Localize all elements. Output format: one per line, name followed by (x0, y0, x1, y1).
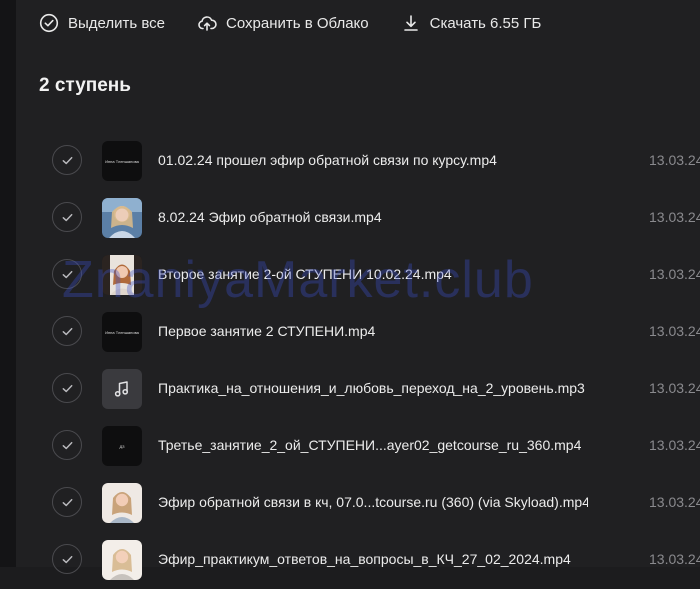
file-name[interactable]: 01.02.24 прошел эфир обратной связи по к… (158, 152, 588, 168)
file-row[interactable]: Инна Тлепшанова 01.02.24 прошел эфир обр… (0, 133, 700, 190)
video-thumbnail (102, 198, 142, 238)
file-date: 13.03.24 (649, 266, 700, 282)
thumbnail-caption: Инна Тлепшанова (105, 329, 139, 335)
file-row[interactable]: Эфир_практикум_ответов_на_вопросы_в_КЧ_2… (0, 532, 700, 589)
video-thumbnail: Инна Тлепшанова (102, 141, 142, 181)
video-thumbnail: Инна Тлепшанова (102, 312, 142, 352)
file-row[interactable]: 8.02.24 Эфир обратной связи.mp4 13.03.24 (0, 190, 700, 247)
row-checkbox[interactable] (52, 430, 82, 460)
file-list: Инна Тлепшанова 01.02.24 прошел эфир обр… (0, 133, 700, 589)
check-icon (62, 555, 72, 563)
folder-title: 2 ступень (39, 75, 131, 96)
file-name[interactable]: Практика_на_отношения_и_любовь_переход_н… (158, 380, 588, 396)
portrait-thumbnail (102, 255, 142, 295)
download-icon (401, 13, 421, 33)
check-icon (62, 384, 72, 392)
file-name[interactable]: Первое занятие 2 СТУПЕНИ.mp4 (158, 323, 588, 339)
row-checkbox[interactable] (52, 544, 82, 574)
video-thumbnail (102, 540, 142, 580)
check-icon (62, 156, 72, 164)
video-thumbnail (102, 483, 142, 523)
portrait-thumbnail (102, 483, 142, 523)
file-row[interactable]: Инна Тлепшанова Первое занятие 2 СТУПЕНИ… (0, 304, 700, 361)
row-checkbox[interactable] (52, 259, 82, 289)
thumbnail-caption: Инна Тлепшанова (105, 158, 139, 164)
row-checkbox[interactable] (52, 316, 82, 346)
save-to-cloud-label: Сохранить в Облако (226, 14, 369, 32)
row-checkbox[interactable] (52, 487, 82, 517)
portrait-thumbnail (102, 540, 142, 580)
check-icon (62, 270, 72, 278)
save-to-cloud-button[interactable]: Сохранить в Облако (197, 13, 369, 33)
file-row[interactable]: Практика_на_отношения_и_любовь_переход_н… (0, 361, 700, 418)
file-date: 13.03.24 (649, 152, 700, 168)
download-label: Скачать 6.55 ГБ (429, 14, 542, 32)
toolbar: Выделить все Сохранить в Облако Скачать … (39, 12, 573, 34)
thumbnail-caption: ДЗ (119, 443, 125, 449)
row-checkbox[interactable] (52, 145, 82, 175)
file-row[interactable]: ДЗ Третье_занятие_2_ой_СТУПЕНИ...ayer02_… (0, 418, 700, 475)
select-all-label: Выделить все (68, 14, 166, 32)
file-date: 13.03.24 (649, 323, 700, 339)
select-all-button[interactable]: Выделить все (39, 13, 165, 33)
file-name[interactable]: 8.02.24 Эфир обратной связи.mp4 (158, 209, 588, 225)
file-name[interactable]: Эфир обратной связи в кч, 07.0...tcourse… (158, 494, 588, 510)
file-row[interactable]: Эфир обратной связи в кч, 07.0...tcourse… (0, 475, 700, 532)
cloud-upload-icon (197, 13, 217, 33)
video-thumbnail (102, 255, 142, 295)
file-row[interactable]: Второе занятие 2-ой СТУПЕНИ 10.02.24.mp4… (0, 247, 700, 304)
music-note-icon (114, 381, 129, 397)
portrait-thumbnail (102, 198, 142, 238)
check-icon (62, 441, 72, 449)
file-date: 13.03.24 (649, 551, 700, 567)
check-icon (62, 498, 72, 506)
audio-thumbnail (102, 369, 142, 409)
row-checkbox[interactable] (52, 373, 82, 403)
download-button[interactable]: Скачать 6.55 ГБ (401, 13, 542, 33)
check-icon (62, 327, 72, 335)
row-checkbox[interactable] (52, 202, 82, 232)
file-date: 13.03.24 (649, 209, 700, 225)
file-name[interactable]: Второе занятие 2-ой СТУПЕНИ 10.02.24.mp4 (158, 266, 588, 282)
file-name[interactable]: Эфир_практикум_ответов_на_вопросы_в_КЧ_2… (158, 551, 588, 567)
video-thumbnail: ДЗ (102, 426, 142, 466)
file-date: 13.03.24 (649, 494, 700, 510)
check-circle-icon (39, 13, 59, 33)
file-date: 13.03.24 (649, 437, 700, 453)
file-name[interactable]: Третье_занятие_2_ой_СТУПЕНИ...ayer02_get… (158, 437, 588, 453)
check-icon (62, 213, 72, 221)
file-date: 13.03.24 (649, 380, 700, 396)
